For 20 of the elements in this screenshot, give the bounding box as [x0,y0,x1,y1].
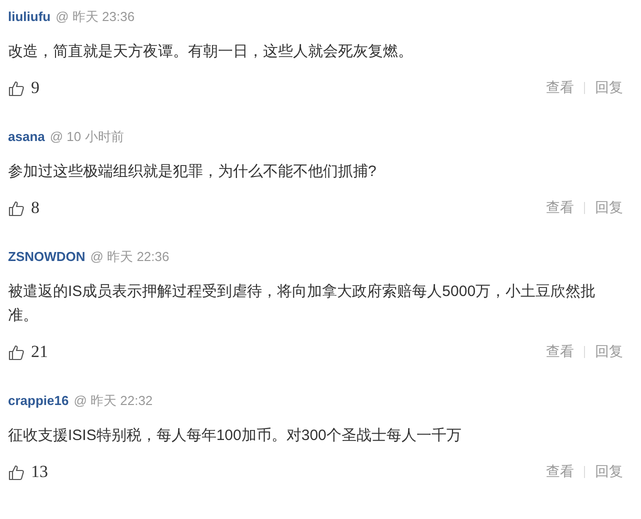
username[interactable]: ZSNOWDON [8,249,86,264]
username[interactable]: crappie16 [8,393,69,408]
thumbs-up-icon [8,200,25,216]
comment-time: @ 昨天 22:36 [90,248,170,266]
thumbs-up-icon [8,344,25,360]
username[interactable]: asana [8,129,45,144]
like-button[interactable]: 8 [8,198,40,218]
thumbs-up-icon [8,80,25,96]
like-button[interactable]: 13 [8,462,48,482]
comment-time: @ 昨天 23:36 [56,8,135,26]
comment-time: @ 昨天 22:32 [74,392,153,410]
thumbs-up-icon [8,464,25,480]
comment-time: @ 10 小时前 [50,128,124,146]
comment-text: 改造，简直就是天方夜谭。有朝一日，这些人就会死灰复燃。 [8,42,414,62]
comment-text: 参加过这些极端组织就是犯罪，为什么不能不他们抓捕? [8,162,378,182]
comment-text: 被遣返的IS成员表示押解过程受到虐待，将向加拿大政府索赔每人5000万，小土豆欣然批准。 [8,282,597,326]
like-button[interactable]: 21 [8,342,48,362]
like-button[interactable]: 9 [8,78,40,98]
comment-text: 征收支援ISIS特别税，每人每年100加币。对300个圣战士每人一千万 [8,426,462,446]
username[interactable]: liuliufu [8,9,51,24]
